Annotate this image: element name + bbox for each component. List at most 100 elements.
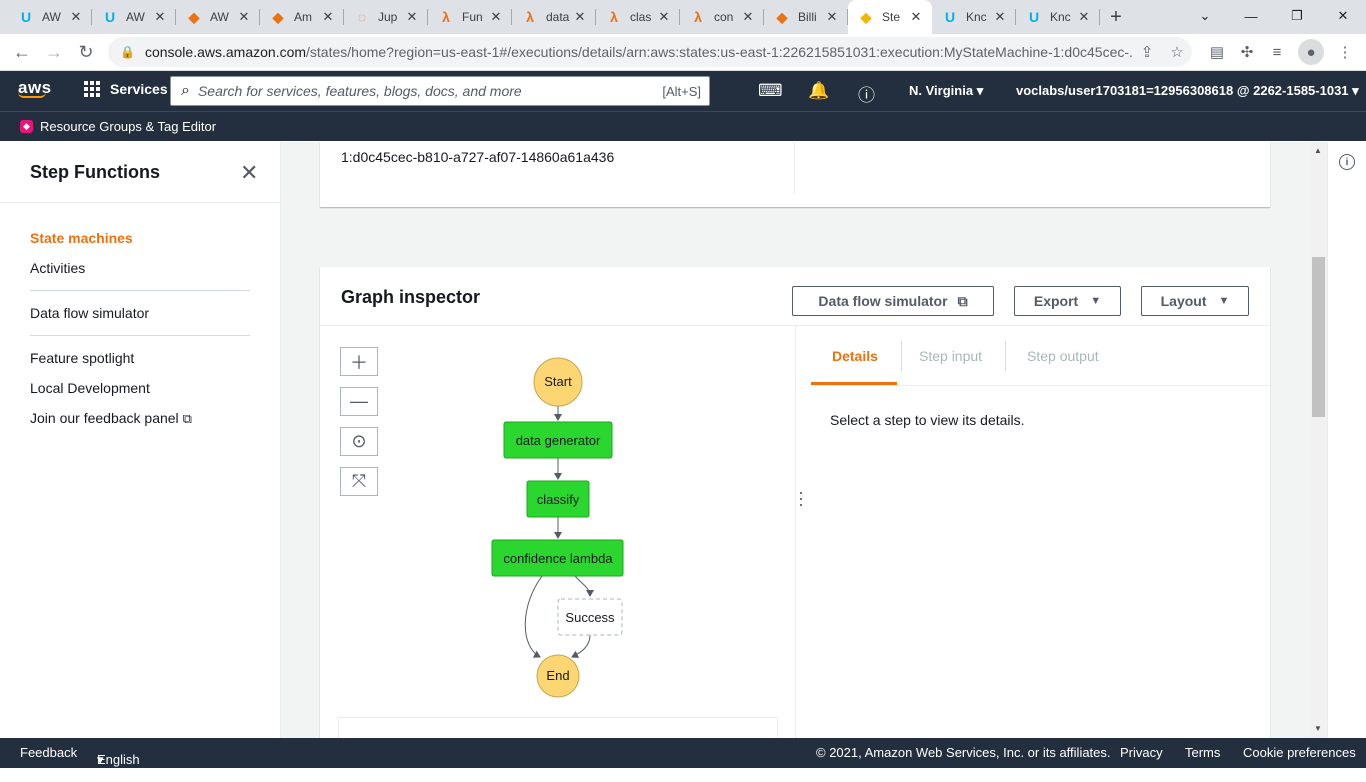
chrome-menu-icon[interactable]: ⋮: [1332, 39, 1358, 65]
export-button[interactable]: Export ▼: [1014, 286, 1121, 316]
footer-terms-link[interactable]: Terms: [1185, 745, 1220, 760]
restore-button[interactable]: ❐: [1274, 0, 1320, 32]
close-tab-icon[interactable]: ✕: [908, 9, 924, 25]
node-classify[interactable]: classify: [526, 480, 590, 518]
notifications-bell-icon[interactable]: 🔔: [808, 81, 829, 101]
minimize-button[interactable]: —: [1228, 0, 1274, 32]
browser-tab[interactable]: ◆ AW ✕: [176, 0, 260, 34]
region-selector[interactable]: N. Virginia ▾: [909, 83, 983, 99]
aws-logo[interactable]: aws: [18, 78, 52, 98]
browser-tab[interactable]: ◆ Am ✕: [260, 0, 344, 34]
close-tab-icon[interactable]: ✕: [992, 9, 1008, 25]
search-input[interactable]: [197, 83, 663, 99]
page-scrollbar[interactable]: ▲ ▼: [1310, 142, 1327, 738]
sidebar-item-feature-spotlight[interactable]: Feature spotlight: [30, 350, 134, 366]
layout-button[interactable]: Layout ▼: [1141, 286, 1249, 316]
caret-down-icon: ▾: [1352, 83, 1359, 98]
browser-tab-label: Fun: [462, 10, 483, 24]
side-navigation: Step Functions ✕ State machines Activiti…: [0, 142, 281, 738]
url-path: /states/home?region=us-east-1#/execution…: [306, 44, 1132, 60]
caret-down-icon: ▼: [1218, 295, 1230, 307]
browser-tab-label: Jup: [378, 10, 398, 24]
footer-cookie-preferences-link[interactable]: Cookie preferences: [1243, 745, 1356, 760]
bookmark-star-icon[interactable]: ☆: [1162, 43, 1192, 61]
sidebar-item-state-machines[interactable]: State machines: [30, 230, 133, 246]
account-menu[interactable]: voclabs/user1703181=12956308618 @ 2262-1…: [1016, 83, 1359, 99]
pdf-extension-icon[interactable]: ▤: [1204, 39, 1230, 65]
share-icon[interactable]: ⇪: [1132, 43, 1162, 61]
reload-icon[interactable]: ↻: [70, 36, 102, 68]
browser-tab[interactable]: ◌ Jup ✕: [344, 0, 428, 34]
close-tab-icon[interactable]: ✕: [656, 9, 672, 25]
help-icon[interactable]: ⓘ: [858, 81, 875, 106]
footer-privacy-link[interactable]: Privacy: [1120, 745, 1163, 760]
extensions-puzzle-icon[interactable]: ✣: [1234, 39, 1260, 65]
browser-tab[interactable]: U AW ✕: [92, 0, 176, 34]
profile-avatar-icon[interactable]: ●: [1298, 39, 1324, 65]
info-icon[interactable]: i: [1339, 154, 1355, 170]
browser-tab[interactable]: λ Fun ✕: [428, 0, 512, 34]
new-tab-button[interactable]: +: [1100, 0, 1132, 34]
close-tab-icon[interactable]: ✕: [68, 9, 84, 25]
help-panel-rail: i: [1327, 142, 1366, 738]
panel-resize-handle-icon[interactable]: · · ·: [798, 483, 804, 513]
browser-tab[interactable]: U Knc ✕: [932, 0, 1016, 34]
sidebar-item-activities[interactable]: Activities: [30, 260, 85, 276]
tab-search-icon[interactable]: ⌄: [1182, 0, 1228, 32]
footer-copyright: © 2021, Amazon Web Services, Inc. or its…: [816, 745, 1111, 760]
close-tab-icon[interactable]: ✕: [236, 9, 252, 25]
node-confidence-lambda[interactable]: confidence lambda: [491, 539, 624, 577]
browser-tab-label: con: [714, 10, 734, 24]
tab-step-input[interactable]: Step input: [919, 348, 982, 364]
browser-tab[interactable]: U Knc ✕: [1016, 0, 1100, 34]
resource-groups-link[interactable]: Resource Groups & Tag Editor: [40, 119, 216, 134]
scroll-down-icon[interactable]: ▼: [1314, 724, 1322, 733]
divider: [30, 290, 250, 291]
browser-tab[interactable]: λ clas ✕: [596, 0, 680, 34]
node-start[interactable]: Start: [533, 357, 583, 407]
udacity-icon: U: [944, 9, 956, 25]
close-tab-icon[interactable]: ✕: [152, 9, 168, 25]
close-window-button[interactable]: ✕: [1320, 0, 1366, 32]
node-end[interactable]: End: [536, 654, 580, 698]
account-label: voclabs/user1703181=12956308618 @ 2262-1…: [1016, 83, 1349, 98]
cloudshell-icon[interactable]: ⌨: [758, 81, 783, 101]
services-menu-button[interactable]: Services: [84, 81, 168, 97]
close-tab-icon[interactable]: ✕: [824, 9, 840, 25]
browser-tab[interactable]: ◆ Billi ✕: [764, 0, 848, 34]
edge-confidence-to-end: [524, 575, 543, 658]
tab-step-output[interactable]: Step output: [1027, 348, 1099, 364]
browser-tab[interactable]: λ con ✕: [680, 0, 764, 34]
node-data-generator[interactable]: data generator: [503, 421, 613, 459]
close-tab-icon[interactable]: ✕: [488, 9, 504, 25]
graph-canvas[interactable]: ＋ — ⊙ ⤧ Start data generator classify co…: [320, 326, 796, 738]
sidebar-item-data-flow-simulator[interactable]: Data flow simulator: [30, 305, 149, 321]
node-success[interactable]: Success: [557, 598, 623, 636]
url-host: console.aws.amazon.com: [144, 44, 307, 60]
footer-feedback-link[interactable]: Feedback: [20, 745, 77, 760]
tab-list: U AW ✕ U AW ✕ ◆ AW ✕ ◆ Am ✕ ◌ Jup ✕ λ Fun ✕ λ data ✕ λ clas ✕ λ c…: [0, 0, 1100, 34]
browser-tab[interactable]: U AW ✕: [8, 0, 92, 34]
data-flow-simulator-button[interactable]: Data flow simulator ⧉: [792, 286, 994, 316]
forward-icon[interactable]: →: [38, 36, 70, 68]
address-bar[interactable]: 🔒 console.aws.amazon.com/states/home?reg…: [108, 37, 1192, 67]
url-text[interactable]: console.aws.amazon.com/states/home?regio…: [145, 44, 1132, 60]
browser-tab[interactable]: ◆ Ste ✕: [848, 0, 932, 34]
close-tab-icon[interactable]: ✕: [404, 9, 420, 25]
close-tab-icon[interactable]: ✕: [320, 9, 336, 25]
tab-details[interactable]: Details: [832, 348, 878, 364]
close-tab-icon[interactable]: ✕: [1076, 9, 1092, 25]
browser-tab-label: AW: [126, 10, 145, 24]
scrollbar-thumb[interactable]: [1312, 257, 1325, 417]
browser-tab[interactable]: λ data ✕: [512, 0, 596, 34]
back-icon[interactable]: ←: [6, 36, 38, 68]
search-box[interactable]: ⌕ [Alt+S]: [170, 76, 710, 106]
scroll-up-icon[interactable]: ▲: [1314, 146, 1322, 155]
close-tab-icon[interactable]: ✕: [572, 9, 588, 25]
close-icon[interactable]: ✕: [240, 160, 258, 186]
feedback-link-label: Join our feedback panel: [30, 410, 179, 426]
close-tab-icon[interactable]: ✕: [740, 9, 756, 25]
media-control-icon[interactable]: ≡: [1264, 39, 1290, 65]
sidebar-item-local-development[interactable]: Local Development: [30, 380, 150, 396]
sidebar-item-feedback[interactable]: Join our feedback panel ⧉: [30, 410, 192, 427]
